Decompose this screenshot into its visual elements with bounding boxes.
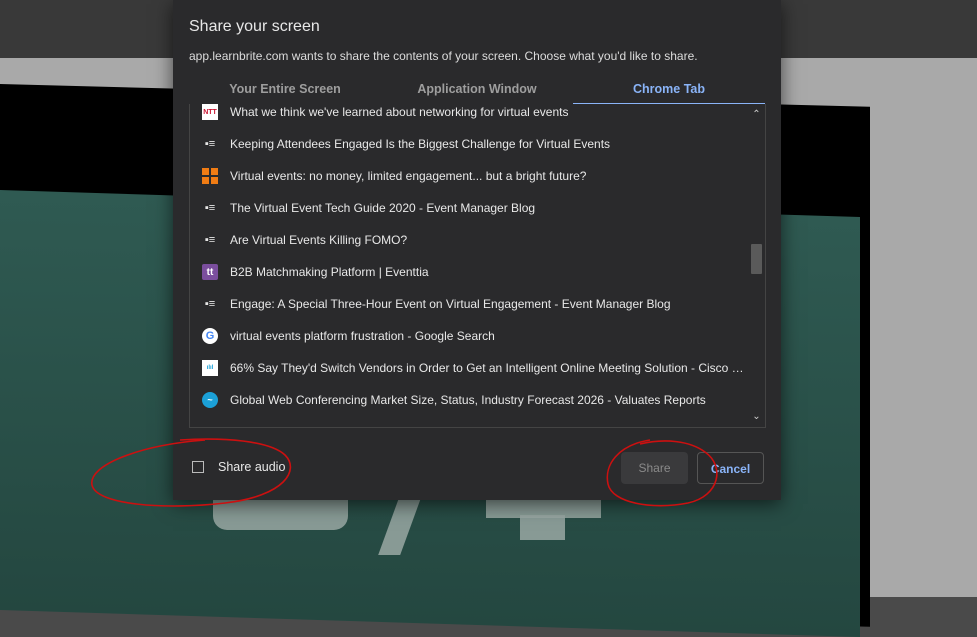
list-item[interactable]: ~ Global Web Conferencing Market Size, S… bbox=[190, 384, 748, 416]
list-item-title: What we think we've learned about networ… bbox=[230, 105, 569, 119]
list-item-title: Global Web Conferencing Market Size, Sta… bbox=[230, 393, 706, 407]
list-item-title: virtual events platform frustration - Go… bbox=[230, 329, 495, 343]
share-audio-label: Share audio bbox=[218, 460, 286, 474]
list-item[interactable]: ▪≡ Engage: A Special Three-Hour Event on… bbox=[190, 288, 748, 320]
list-item[interactable]: ▪≡ The Virtual Event Tech Guide 2020 - E… bbox=[190, 192, 748, 224]
share-audio-toggle[interactable]: Share audio bbox=[192, 460, 285, 474]
list-item-title: B2B Matchmaking Platform | Eventtia bbox=[230, 265, 429, 279]
orange-grid-favicon-icon bbox=[202, 168, 218, 184]
list-item-title: Engage: A Special Three-Hour Event on Vi… bbox=[230, 297, 671, 311]
tab-entire-screen[interactable]: Your Entire Screen bbox=[189, 78, 381, 105]
background-monitor-stand-shape bbox=[520, 515, 565, 540]
list-item[interactable]: tt B2B Matchmaking Platform | Eventtia bbox=[190, 256, 748, 288]
list-item-title: Keeping Attendees Engaged Is the Biggest… bbox=[230, 137, 611, 151]
list-item[interactable]: ▪≡ Keeping Attendees Engaged Is the Bigg… bbox=[190, 128, 748, 160]
list-item-title: The Virtual Event Tech Guide 2020 - Even… bbox=[230, 201, 536, 215]
scroll-up-icon[interactable]: ⌃ bbox=[748, 106, 765, 123]
share-button[interactable]: Share bbox=[621, 452, 688, 484]
dialog-subtitle: app.learnbrite.com wants to share the co… bbox=[189, 49, 698, 63]
tab-application-window[interactable]: Application Window bbox=[381, 78, 573, 105]
event-manager-favicon-icon: ▪≡ bbox=[204, 138, 216, 150]
cisco-favicon-icon: ılıl bbox=[202, 360, 218, 376]
eventtia-favicon-icon: tt bbox=[202, 264, 218, 280]
event-manager-favicon-icon: ▪≡ bbox=[204, 234, 216, 246]
google-favicon-icon: G bbox=[202, 328, 218, 344]
tab-chrome-tab[interactable]: Chrome Tab bbox=[573, 78, 765, 105]
event-manager-favicon-icon: ▪≡ bbox=[204, 202, 216, 214]
chrome-tab-list: NTT What we think we've learned about ne… bbox=[189, 104, 766, 428]
list-item[interactable]: ılıl 66% Say They'd Switch Vendors in Or… bbox=[190, 352, 748, 384]
list-item[interactable]: Virtual events: no money, limited engage… bbox=[190, 160, 748, 192]
list-item-title: 66% Say They'd Switch Vendors in Order t… bbox=[230, 361, 748, 375]
background-camera-shape bbox=[213, 500, 348, 530]
dialog-title: Share your screen bbox=[189, 18, 320, 35]
list-item[interactable]: ▪≡ Are Virtual Events Killing FOMO? bbox=[190, 224, 748, 256]
event-manager-favicon-icon: ▪≡ bbox=[204, 298, 216, 310]
share-screen-dialog: Share your screen app.learnbrite.com wan… bbox=[173, 0, 781, 500]
list-item-title: Are Virtual Events Killing FOMO? bbox=[230, 233, 408, 247]
scroll-down-icon[interactable]: ⌄ bbox=[748, 408, 765, 425]
list-item[interactable]: G virtual events platform frustration - … bbox=[190, 320, 748, 352]
share-audio-checkbox[interactable] bbox=[192, 461, 204, 473]
valuates-favicon-icon: ~ bbox=[202, 392, 218, 408]
cancel-button[interactable]: Cancel bbox=[697, 452, 764, 484]
scroll-thumb[interactable] bbox=[751, 244, 762, 274]
source-tabs: Your Entire Screen Application Window Ch… bbox=[189, 78, 765, 106]
list-scrollbar[interactable]: ⌃ ⌄ bbox=[748, 104, 765, 427]
list-item[interactable]: NTT What we think we've learned about ne… bbox=[190, 104, 748, 128]
list-item-title: Virtual events: no money, limited engage… bbox=[230, 169, 587, 183]
ntt-favicon-icon: NTT bbox=[202, 104, 218, 120]
